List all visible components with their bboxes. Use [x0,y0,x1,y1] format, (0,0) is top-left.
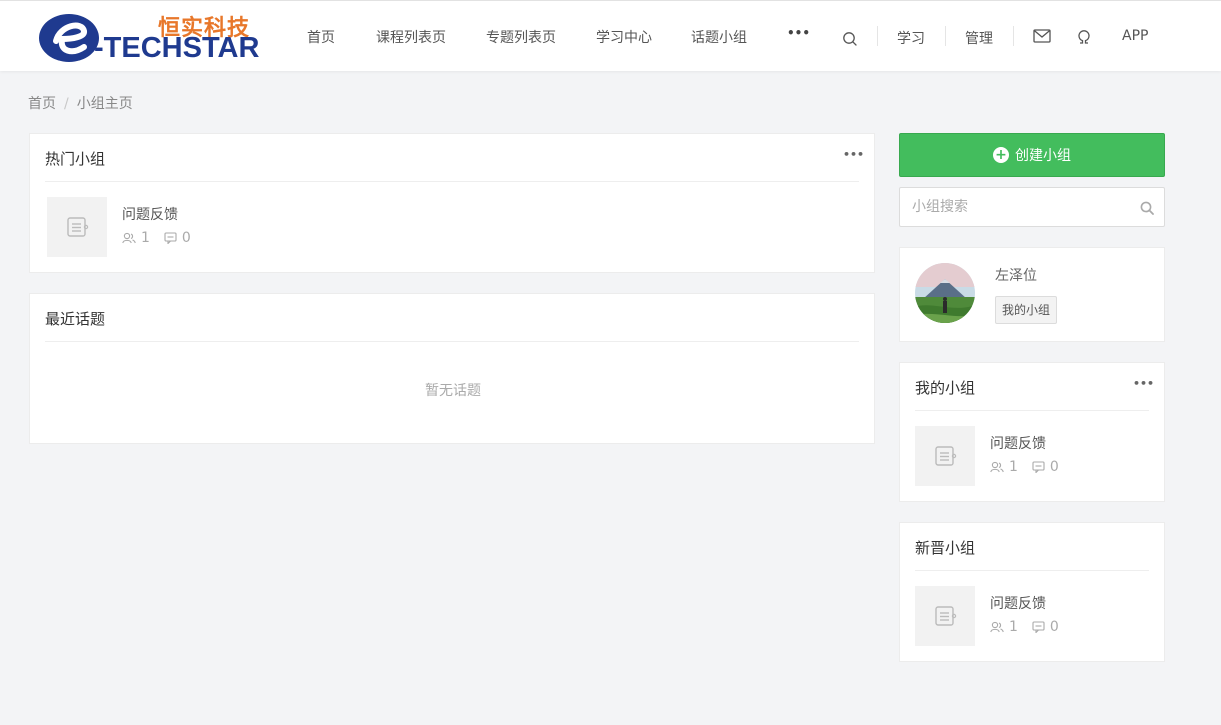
techstar-logo[interactable]: 恒实科技 -TECHSTAR [38,11,268,64]
panel-title: 热门小组 [45,150,106,168]
my-groups-tag-button[interactable]: 我的小组 [995,296,1058,324]
group-placeholder-icon [935,446,957,466]
plus-circle-icon: + [993,147,1009,163]
nav-topic-groups[interactable]: 话题小组 [691,27,747,47]
nav-separator [945,26,946,46]
logo-english-text: -TECHSTAR [94,32,260,64]
panel-title: 我的小组 [915,379,976,397]
member-count-value: 1 [1009,619,1018,635]
member-count: 1 [122,230,150,246]
avatar[interactable] [915,263,975,323]
mail-icon[interactable] [1033,29,1051,43]
members-icon [990,461,1004,473]
empty-topics-text: 暂无话题 [425,383,481,399]
group-name-link[interactable]: 问题反馈 [990,433,1046,453]
divider [45,181,859,182]
user-name[interactable]: 左泽位 [995,265,1037,285]
panel-title: 新晋小组 [915,539,976,557]
group-stats: 1 0 [990,619,1073,635]
hot-groups-panel: 热门小组 ••• 问题反馈 1 0 [29,133,875,273]
breadcrumb-home[interactable]: 首页 [28,96,56,112]
group-thumbnail[interactable] [915,426,975,486]
nav-manage-link[interactable]: 管理 [965,28,993,48]
member-count: 1 [990,459,1018,475]
breadcrumb-separator: / [64,96,69,112]
group-name-link[interactable]: 问题反馈 [990,593,1046,613]
nav-separator [1013,26,1014,46]
group-name-link[interactable]: 问题反馈 [122,204,178,224]
group-placeholder-icon [935,606,957,626]
topic-count: 0 [164,230,191,246]
comment-icon [1032,461,1045,473]
nav-separator [877,26,878,46]
logo-e-mark-icon [39,14,99,62]
more-options-button[interactable]: ••• [1133,377,1154,390]
recent-topics-panel: 最近话题 暂无话题 [29,293,875,444]
member-count-value: 1 [141,230,150,246]
user-notification-icon[interactable] [1076,29,1092,45]
comment-icon [1032,621,1045,633]
topic-count-value: 0 [1049,619,1059,635]
top-navbar: 恒实科技 -TECHSTAR 首页 课程列表页 专题列表页 学习中心 话题小组 … [0,0,1221,71]
nav-more-button[interactable]: ••• [787,26,810,40]
nav-learning-center[interactable]: 学习中心 [596,27,652,47]
topic-count-value: 0 [1049,459,1059,475]
members-icon [990,621,1004,633]
more-options-button[interactable]: ••• [843,148,864,161]
new-groups-panel: 新晋小组 问题反馈 1 0 [899,522,1165,662]
nav-course-list[interactable]: 课程列表页 [376,27,446,47]
topic-count: 0 [1032,459,1059,475]
nav-app-link[interactable]: APP [1122,28,1148,44]
group-placeholder-icon [67,217,89,237]
member-count: 1 [990,619,1018,635]
comment-icon [164,232,177,244]
divider [915,570,1149,571]
group-search-box [899,187,1165,227]
create-group-label: 创建小组 [1015,148,1071,164]
search-icon[interactable] [1140,201,1154,215]
group-search-input[interactable] [900,188,1142,226]
nav-learn-link[interactable]: 学习 [897,28,925,48]
search-icon[interactable] [842,31,858,47]
topic-count: 0 [1032,619,1059,635]
members-icon [122,232,136,244]
nav-topic-list[interactable]: 专题列表页 [486,27,556,47]
breadcrumb-current: 小组主页 [76,96,133,112]
group-thumbnail[interactable] [47,197,107,257]
user-card: 左泽位 我的小组 [899,247,1165,342]
panel-title: 最近话题 [45,310,106,328]
topic-count-value: 0 [181,230,191,246]
divider [915,410,1149,411]
divider [45,341,859,342]
member-count-value: 1 [1009,459,1018,475]
breadcrumb: 首页 / 小组主页 [28,93,133,113]
create-group-button[interactable]: + 创建小组 [899,133,1165,177]
group-stats: 1 0 [990,459,1073,475]
avatar-image [915,263,975,323]
group-thumbnail[interactable] [915,586,975,646]
group-stats: 1 0 [122,230,205,246]
nav-home[interactable]: 首页 [307,27,335,47]
my-groups-panel: 我的小组 ••• 问题反馈 1 0 [899,362,1165,502]
